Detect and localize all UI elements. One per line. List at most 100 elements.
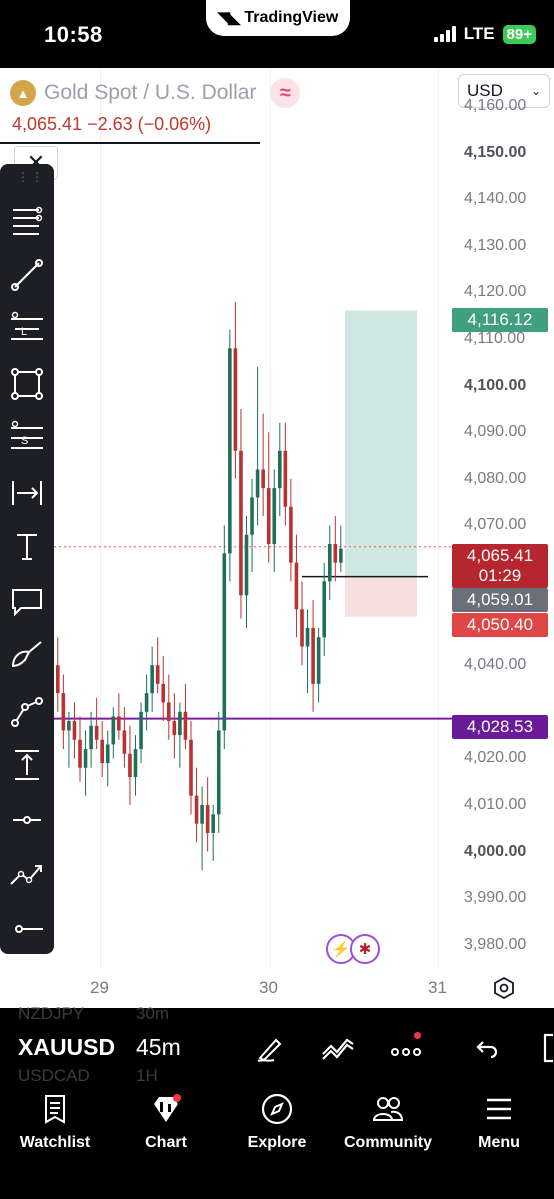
ray-icon[interactable] [0, 792, 54, 848]
candle-body [56, 665, 60, 694]
candle-body [272, 488, 277, 545]
nav-label: Community [344, 1134, 432, 1151]
fib-retracement-icon[interactable]: L [0, 301, 54, 357]
candle-body [89, 725, 93, 750]
us-flag-icon[interactable]: ✱ [350, 934, 380, 964]
brush-icon[interactable] [0, 628, 54, 684]
wave-icon[interactable]: ≈ [270, 78, 301, 108]
status-indicators: LTE 89+ [433, 24, 536, 44]
candle-body [283, 450, 288, 507]
current-timeframe[interactable]: 45m [136, 1034, 181, 1061]
price-axis-label: 4,080.00 [464, 469, 527, 487]
chevron-down-icon: ⌄ [530, 84, 541, 98]
candlestick-chart[interactable] [0, 68, 554, 1008]
symbol-title[interactable]: Gold Spot / U.S. Dollar [44, 81, 256, 105]
current-symbol[interactable]: XAUUSD [18, 1034, 115, 1061]
next-symbol[interactable]: USDCAD [18, 1066, 90, 1086]
comment-icon[interactable] [0, 574, 54, 630]
prev-timeframe[interactable]: 30m [136, 1004, 169, 1024]
price-range-icon[interactable] [0, 737, 54, 793]
price-axis-label: 4,090.00 [464, 423, 527, 441]
time-label: 31 [428, 978, 447, 997]
candle-body [100, 739, 104, 764]
candle-body [139, 711, 143, 750]
candle-body [250, 497, 254, 535]
notification-dot [414, 1032, 421, 1039]
rectangle-icon[interactable] [0, 356, 54, 412]
nav-explore[interactable]: Explore [222, 1086, 332, 1156]
candle-body [239, 450, 243, 596]
candle-body [133, 749, 138, 778]
candle-body [233, 348, 238, 451]
status-bar: 10:58 ◥◣ TradingView LTE 89+ [0, 0, 554, 68]
trend-line-icon[interactable] [0, 247, 54, 303]
nav-watchlist[interactable]: Watchlist [0, 1086, 110, 1156]
forecast-icon[interactable] [0, 846, 54, 902]
candle-body [222, 553, 227, 731]
drawing-pen-icon[interactable] [252, 1030, 288, 1066]
countdown-value: 01:29 [478, 566, 522, 585]
price-axis-label: 3,980.00 [464, 935, 527, 953]
candle-body [172, 721, 177, 736]
hamburger-icon [487, 1098, 511, 1120]
candle-body [167, 702, 171, 722]
candle-body [261, 469, 265, 489]
nav-community[interactable]: Community [333, 1086, 443, 1156]
horizontal-ray-icon[interactable] [0, 901, 54, 957]
nav-menu[interactable]: Menu [444, 1086, 554, 1156]
candle-body [122, 730, 127, 754]
price-axis-label: 4,040.00 [464, 656, 527, 674]
price-axis-label: 4,010.00 [464, 796, 527, 813]
network-label: LTE [463, 24, 495, 43]
next-timeframe[interactable]: 1H [136, 1066, 158, 1086]
path-icon[interactable] [0, 683, 54, 739]
nav-label: Watchlist [19, 1134, 91, 1151]
clock: 10:58 [44, 22, 103, 47]
drag-handle-icon[interactable]: ⋮⋮ [17, 170, 45, 184]
price-axis-label: 4,070.00 [464, 516, 527, 534]
chart-area[interactable]: ▲ Gold Spot / U.S. Dollar ≈ 4,065.41 −2.… [0, 68, 554, 1008]
text-icon[interactable] [0, 519, 54, 575]
drawing-toolbar[interactable]: ⋮⋮ L S [0, 164, 54, 954]
take-profit-tag: 4,116.12 [452, 308, 548, 332]
undo-icon[interactable] [468, 1030, 504, 1066]
candle-body [216, 730, 221, 815]
candle-body [178, 711, 182, 736]
candle-body [228, 348, 232, 554]
horizontal-lines-icon[interactable] [0, 192, 54, 248]
symbol-header[interactable]: ▲ Gold Spot / U.S. Dollar ≈ [10, 78, 301, 108]
divider [0, 142, 260, 144]
price-axis-label: 4,020.00 [464, 749, 527, 767]
candle-body [183, 711, 188, 740]
events-flags[interactable]: ⚡ ✱ [326, 934, 380, 964]
candle-body [150, 665, 154, 694]
price-axis-label: 4,150.00 [464, 143, 527, 161]
prev-symbol[interactable]: NZDJPY [18, 1004, 84, 1024]
loss-zone [345, 576, 417, 617]
profit-zone [345, 310, 417, 577]
candle-body [339, 548, 343, 563]
candle-body [111, 716, 116, 745]
price-change: 4,065.41 −2.63 (−0.06%) [12, 114, 212, 134]
price-axis-label: 4,000.00 [464, 842, 527, 860]
nav-chart[interactable]: Chart [111, 1086, 221, 1156]
nav-label: Menu [478, 1134, 520, 1151]
candle-body [333, 544, 338, 563]
price-axis-label: 4,130.00 [464, 236, 527, 254]
tradingview-pill: ◥◣ TradingView [206, 0, 350, 36]
indicators-icon[interactable] [320, 1030, 356, 1066]
price-axis-label: 3,990.00 [464, 889, 527, 907]
bottom-navigation[interactable]: Watchlist Chart Explore Community Menu [0, 1086, 554, 1199]
fullscreen-icon[interactable] [530, 1030, 554, 1066]
measure-icon[interactable] [0, 465, 54, 521]
last-price-value: 4,065.41 [466, 546, 534, 565]
candle-body [289, 506, 293, 563]
svg-text:S: S [21, 435, 28, 447]
gold-icon: ▲ [10, 80, 36, 106]
settings-icon[interactable] [492, 976, 516, 1000]
price-axis-label: 4,110.00 [464, 330, 526, 347]
more-options-icon[interactable] [388, 1030, 424, 1066]
candle-body [300, 609, 304, 647]
pattern-icon[interactable]: S [0, 410, 54, 466]
symbol-bar[interactable]: NZDJPY 30m XAUUSD 45m USDCAD 1H [0, 1004, 554, 1086]
